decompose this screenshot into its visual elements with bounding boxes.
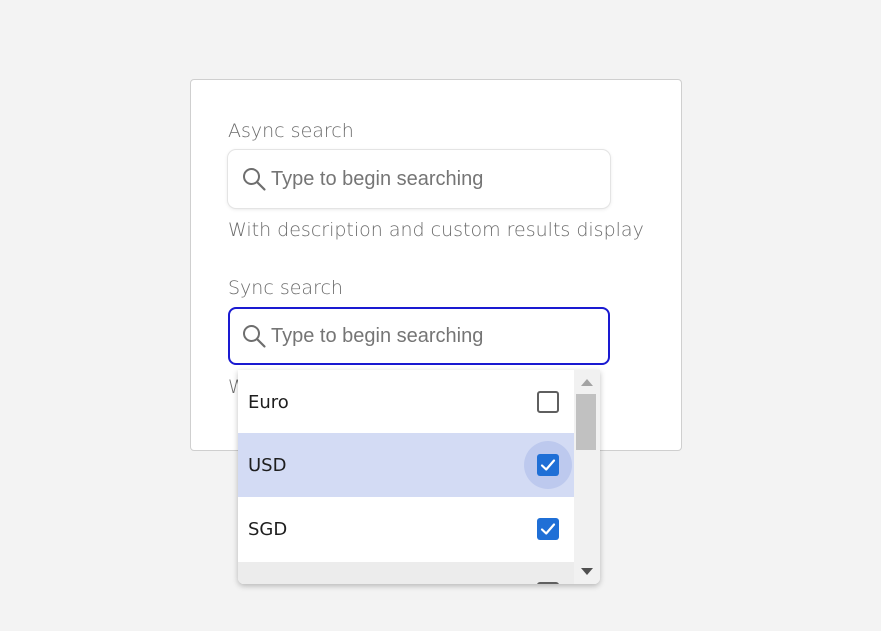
sync-search-label: Sync search — [228, 277, 343, 299]
option-partial[interactable] — [238, 562, 574, 584]
scroll-up-arrow-icon[interactable] — [581, 379, 593, 386]
option-euro[interactable]: Euro — [238, 370, 574, 434]
scroll-thumb[interactable] — [576, 394, 596, 450]
scroll-down-arrow-icon[interactable] — [581, 568, 593, 575]
checkbox-partial[interactable] — [537, 582, 559, 584]
check-icon — [540, 523, 556, 535]
option-label: Euro — [248, 391, 289, 413]
async-search-input[interactable] — [271, 167, 591, 191]
sync-search-input[interactable] — [271, 324, 591, 348]
option-sgd[interactable]: SGD — [238, 497, 574, 561]
sync-search-box[interactable] — [228, 307, 610, 365]
async-search-label: Async search — [228, 120, 354, 142]
async-search-box[interactable] — [228, 150, 610, 208]
dropdown-scrollbar[interactable] — [574, 370, 600, 584]
check-icon — [540, 459, 556, 471]
checkbox-usd[interactable] — [537, 454, 559, 476]
checkbox-sgd[interactable] — [537, 518, 559, 540]
option-label: USD — [248, 454, 287, 476]
option-label: SGD — [248, 518, 288, 540]
results-list: Euro USD SGD — [238, 370, 574, 584]
results-dropdown: Euro USD SGD — [238, 370, 600, 584]
search-icon — [243, 168, 266, 191]
search-icon — [243, 325, 266, 348]
async-search-description: With description and custom results disp… — [228, 219, 644, 241]
checkbox-euro[interactable] — [537, 391, 559, 413]
option-usd[interactable]: USD — [238, 433, 574, 497]
